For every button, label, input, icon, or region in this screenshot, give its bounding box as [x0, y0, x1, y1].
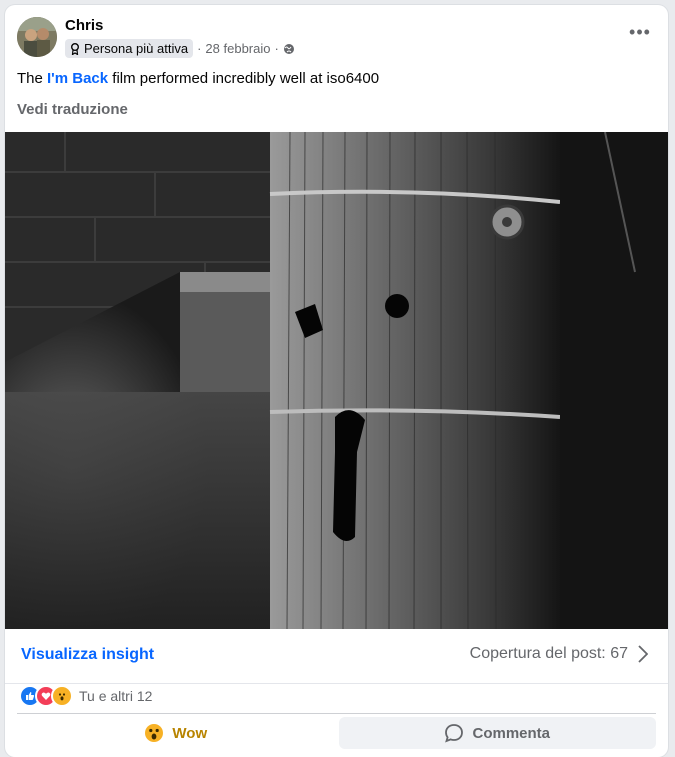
meta-separator: ·: [274, 41, 279, 56]
insights-bar: Visualizza insight Copertura del post: 6…: [5, 629, 668, 684]
comment-button[interactable]: Commenta: [338, 717, 656, 749]
post-text-before: The: [17, 70, 48, 87]
wow-reaction-label: Wow: [172, 724, 208, 742]
post-actions: Wow Commenta: [17, 717, 656, 749]
post-header: Chris Persona più attiva · 28 febbraio ·…: [17, 17, 656, 61]
top-fan-badge[interactable]: Persona più attiva: [65, 39, 194, 58]
post-meta: Persona più attiva · 28 febbraio ·: [65, 39, 295, 58]
more-options-button[interactable]: •••: [628, 22, 652, 45]
reactions-summary-label: Tu e altri 12: [79, 688, 153, 704]
wow-reaction-button[interactable]: Wow: [17, 717, 335, 749]
badge-label: Persona più attiva: [84, 41, 189, 56]
divider: [17, 713, 656, 714]
post-text-link[interactable]: I'm Back: [47, 70, 108, 87]
author-name[interactable]: Chris: [65, 17, 103, 35]
badge-icon: [71, 42, 79, 55]
post-text-after: film performed incredibly well at iso640…: [108, 70, 380, 87]
chevron-right-icon: [638, 645, 648, 663]
post-date[interactable]: 28 febbraio: [205, 41, 270, 56]
see-translation-link[interactable]: Vedi traduzione: [17, 101, 128, 118]
wow-icon: [51, 685, 73, 707]
more-horizontal-icon: •••: [629, 22, 651, 42]
globe-icon: [283, 43, 294, 54]
view-insights-link[interactable]: Visualizza insight: [21, 646, 154, 664]
comment-label: Commenta: [472, 724, 550, 742]
meta-separator: ·: [197, 41, 202, 56]
post-text: The I'm Back film performed incredibly w…: [17, 69, 379, 89]
post-reach-label: Copertura del post: 67: [469, 645, 628, 662]
comment-icon: [445, 724, 464, 743]
post-photo[interactable]: [5, 131, 668, 630]
post-card: Chris Persona più attiva · 28 febbraio ·…: [5, 5, 668, 757]
post-reach[interactable]: Copertura del post: 67: [470, 645, 648, 663]
wow-icon: [145, 724, 164, 742]
reactions-summary[interactable]: Tu e altri 12: [19, 685, 153, 707]
avatar[interactable]: [17, 17, 57, 57]
